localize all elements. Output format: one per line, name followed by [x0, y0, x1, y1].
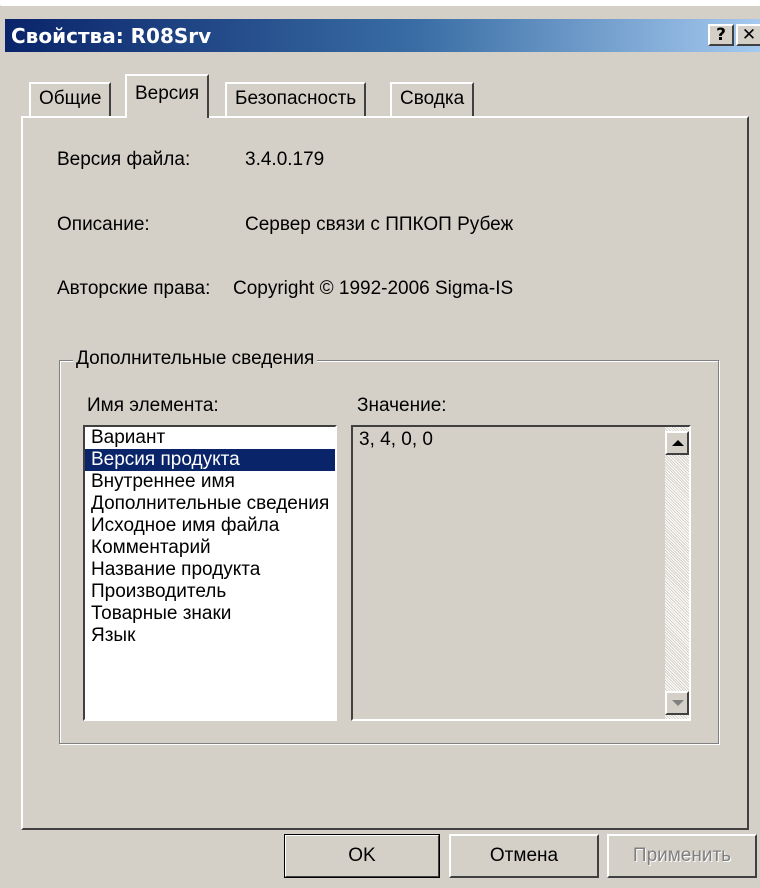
title-bar[interactable]: Свойства: R08Srv ? ✕ [5, 19, 760, 52]
list-item[interactable]: Внутреннее имя [85, 471, 335, 493]
apply-button[interactable]: Применить [607, 834, 757, 878]
description-value: Сервер связи с ППКОП Рубеж [245, 214, 514, 235]
cancel-button[interactable]: Отмена [449, 834, 599, 878]
scroll-up-button[interactable] [665, 431, 689, 455]
list-item[interactable]: Исходное имя файла [85, 515, 335, 537]
value-text: 3, 4, 0, 0 [359, 429, 433, 450]
cancel-label: Отмена [489, 845, 559, 866]
list-item[interactable]: Язык [85, 625, 335, 647]
arrow-down-icon [672, 700, 684, 706]
tab-label: Безопасность [235, 88, 357, 109]
tab-version[interactable]: Версия [125, 74, 210, 118]
tab-summary[interactable]: Сводка [390, 82, 475, 116]
close-button[interactable]: ✕ [736, 24, 760, 46]
apply-label: Применить [632, 845, 732, 866]
list-item[interactable]: Производитель [85, 581, 335, 603]
value-textbox[interactable]: 3, 4, 0, 0 [351, 425, 691, 721]
tab-label: Сводка [400, 88, 465, 109]
tab-label: Общие [39, 88, 102, 109]
tab-security[interactable]: Безопасность [225, 82, 367, 116]
ok-label: OK [348, 845, 376, 866]
item-name-header: Имя элемента: [87, 395, 219, 416]
description-label: Описание: [57, 214, 150, 235]
list-item[interactable]: Дополнительные сведения [85, 493, 335, 515]
list-item[interactable]: Товарные знаки [85, 603, 335, 625]
window-title: Свойства: R08Srv [11, 24, 212, 48]
copyright-value: Copyright © 1992-2006 Sigma-IS [233, 278, 514, 299]
question-icon: ? [716, 25, 726, 45]
list-item-selected[interactable]: Версия продукта [85, 449, 335, 471]
tab-general[interactable]: Общие [29, 82, 112, 116]
list-item[interactable]: Название продукта [85, 559, 335, 581]
ok-button[interactable]: OK [284, 834, 440, 878]
value-header: Значение: [357, 395, 447, 416]
properties-dialog: Свойства: R08Srv ? ✕ Общие Версия Безопа… [0, 5, 760, 888]
help-button[interactable]: ? [708, 24, 734, 46]
file-version-label: Версия файла: [57, 149, 191, 170]
list-item[interactable]: Вариант [85, 427, 335, 449]
copyright-label: Авторские права: [57, 278, 211, 299]
scroll-down-button[interactable] [665, 691, 689, 715]
arrow-up-icon [672, 440, 684, 446]
item-name-listbox[interactable]: Вариант Версия продукта Внутреннее имя Д… [83, 425, 337, 721]
file-version-value: 3.4.0.179 [245, 149, 325, 170]
list-item[interactable]: Комментарий [85, 537, 335, 559]
details-group-title: Дополнительные сведения [73, 348, 318, 370]
close-icon: ✕ [741, 25, 757, 45]
tab-label: Версия [135, 83, 200, 104]
value-scrollbar[interactable] [665, 427, 689, 719]
